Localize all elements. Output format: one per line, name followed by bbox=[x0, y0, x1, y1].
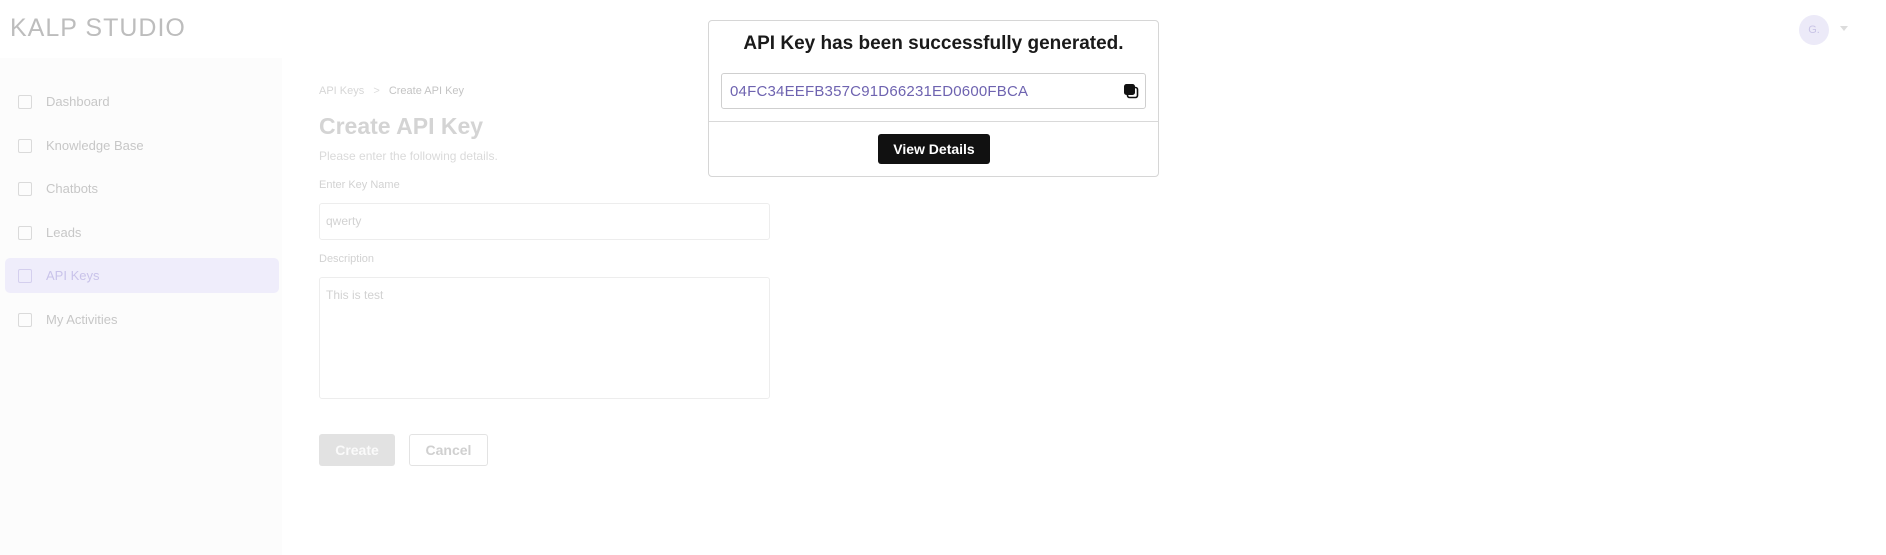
key-name-input[interactable]: qwerty bbox=[319, 203, 770, 240]
activity-icon bbox=[18, 313, 32, 327]
modal-divider bbox=[709, 121, 1158, 122]
sidebar-item-my-activities[interactable]: My Activities bbox=[5, 302, 279, 337]
folder-icon bbox=[18, 139, 32, 153]
page-title: Create API Key bbox=[319, 113, 484, 139]
key-icon bbox=[18, 269, 32, 283]
chevron-down-icon[interactable] bbox=[1840, 26, 1848, 31]
sidebar-item-knowledge-base[interactable]: Knowledge Base bbox=[5, 128, 279, 163]
sidebar-item-label: My Activities bbox=[46, 312, 118, 327]
breadcrumb-separator: > bbox=[373, 85, 380, 97]
sidebar-item-label: Dashboard bbox=[46, 94, 110, 109]
api-key-value: 04FC34EEFB357C91D66231ED0600FBCA bbox=[730, 83, 1029, 100]
chat-icon bbox=[18, 182, 32, 196]
description-label: Description bbox=[319, 253, 375, 265]
leads-icon bbox=[18, 226, 32, 240]
app-root: KALP STUDIO G. Dashboard Knowledge Base … bbox=[0, 0, 1886, 555]
dashboard-icon bbox=[18, 95, 32, 109]
cancel-button[interactable]: Cancel bbox=[409, 434, 488, 466]
sidebar-item-label: Chatbots bbox=[46, 181, 99, 196]
api-key-generated-modal: API Key has been successfully generated.… bbox=[708, 20, 1159, 177]
logo: KALP STUDIO bbox=[10, 14, 186, 42]
sidebar-item-label: Leads bbox=[46, 225, 82, 240]
sidebar-item-dashboard[interactable]: Dashboard bbox=[5, 84, 279, 119]
copy-icon[interactable] bbox=[1123, 83, 1139, 99]
breadcrumb: API Keys > Create API Key bbox=[319, 85, 470, 97]
breadcrumb-current: Create API Key bbox=[388, 85, 465, 97]
breadcrumb-link[interactable]: API Keys bbox=[319, 85, 364, 97]
sidebar-item-leads[interactable]: Leads bbox=[5, 215, 279, 250]
description-textarea[interactable]: This is test bbox=[319, 277, 770, 399]
sidebar-item-api-keys[interactable]: API Keys bbox=[5, 258, 279, 293]
sidebar-item-chatbots[interactable]: Chatbots bbox=[5, 171, 279, 206]
avatar[interactable]: G. bbox=[1799, 15, 1829, 45]
view-details-button[interactable]: View Details bbox=[878, 134, 990, 164]
sidebar-item-label: Knowledge Base bbox=[46, 138, 144, 153]
page-subtitle: Please enter the following details. bbox=[319, 149, 498, 163]
sidebar-item-label: API Keys bbox=[46, 268, 100, 283]
sidebar: Dashboard Knowledge Base Chatbots Leads … bbox=[0, 58, 282, 555]
key-name-label: Enter Key Name bbox=[319, 179, 400, 191]
create-button[interactable]: Create bbox=[319, 434, 395, 466]
api-key-field: 04FC34EEFB357C91D66231ED0600FBCA bbox=[721, 73, 1146, 109]
modal-title: API Key has been successfully generated. bbox=[743, 33, 1124, 54]
